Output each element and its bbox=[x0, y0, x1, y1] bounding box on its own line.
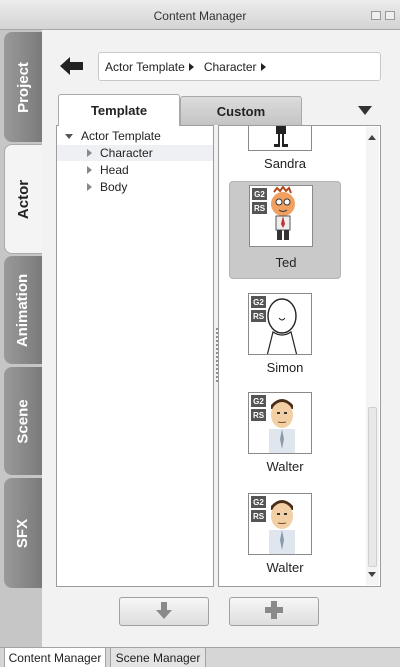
tab-actor-label: Actor bbox=[15, 179, 33, 219]
vertical-scrollbar[interactable] bbox=[366, 127, 379, 585]
grid-item-label: Simon bbox=[266, 360, 304, 375]
menu-dropdown-icon[interactable] bbox=[358, 106, 372, 115]
title-bar: Content Manager bbox=[0, 0, 400, 30]
g2-badge: G2 bbox=[251, 496, 266, 508]
grid-item-walter[interactable]: G2 RS Walter bbox=[229, 389, 341, 487]
character-thumbnail bbox=[248, 126, 312, 151]
tab-animation-label: Animation bbox=[14, 273, 32, 347]
chevron-right-icon[interactable] bbox=[87, 183, 92, 191]
template-tree: Actor Template Character Head Body bbox=[56, 125, 214, 587]
tab-custom-label: Custom bbox=[216, 103, 266, 119]
tab-content-manager-label: Content Manager bbox=[8, 650, 102, 665]
chevron-down-icon[interactable] bbox=[65, 133, 73, 139]
tree-node-label: Actor Template bbox=[81, 129, 161, 143]
tab-animation[interactable]: Animation bbox=[4, 256, 42, 364]
tab-scene-label: Scene bbox=[14, 398, 32, 444]
tab-template-label: Template bbox=[90, 103, 148, 118]
tree-node-body[interactable]: Body bbox=[57, 179, 213, 195]
grid-item-sandra[interactable]: Sandra bbox=[229, 126, 341, 184]
tab-template[interactable]: Template bbox=[58, 94, 180, 126]
character-thumbnail: G2 RS bbox=[248, 392, 312, 454]
arrow-down-icon bbox=[154, 600, 174, 623]
chevron-right-icon[interactable] bbox=[87, 149, 92, 157]
character-thumbnail: G2 RS bbox=[248, 293, 312, 355]
g2-badge: G2 bbox=[251, 395, 266, 407]
caret-right-icon bbox=[188, 62, 194, 71]
rs-badge: RS bbox=[251, 310, 266, 322]
breadcrumb-label: Actor Template bbox=[105, 59, 185, 74]
grid-item-walter[interactable]: G2 RS Walter bbox=[229, 490, 341, 586]
breadcrumb-item[interactable]: Actor Template bbox=[105, 60, 194, 74]
tree-node-head[interactable]: Head bbox=[57, 162, 213, 178]
tab-sfx-label: SFX bbox=[14, 518, 32, 548]
scrollbar-thumb[interactable] bbox=[368, 407, 377, 567]
tree-node-root[interactable]: Actor Template bbox=[57, 128, 213, 144]
tab-project-label: Project bbox=[14, 61, 32, 113]
g2-badge: G2 bbox=[252, 188, 267, 200]
float-window-icon[interactable] bbox=[371, 11, 381, 20]
tree-node-label: Head bbox=[100, 163, 129, 177]
tab-sfx[interactable]: SFX bbox=[4, 478, 42, 588]
plus-icon bbox=[264, 600, 284, 623]
tab-scene-manager[interactable]: Scene Manager bbox=[110, 648, 206, 667]
tab-scene[interactable]: Scene bbox=[4, 367, 42, 475]
grid-item-label: Sandra bbox=[264, 156, 306, 171]
rs-badge: RS bbox=[251, 409, 266, 421]
character-thumbnail: G2 RS bbox=[248, 493, 312, 555]
grid-item-label: Walter bbox=[266, 459, 304, 474]
tab-project[interactable]: Project bbox=[4, 32, 42, 142]
tree-node-label: Character bbox=[100, 146, 153, 160]
breadcrumb: Actor Template Character bbox=[98, 52, 381, 81]
tab-actor[interactable]: Actor bbox=[4, 144, 42, 254]
add-button[interactable] bbox=[229, 597, 319, 626]
sidebar: Project Actor Animation Scene SFX bbox=[0, 30, 42, 647]
tab-custom[interactable]: Custom bbox=[180, 96, 302, 125]
tree-node-label: Body bbox=[100, 180, 128, 194]
caret-right-icon bbox=[260, 62, 266, 71]
chevron-right-icon[interactable] bbox=[87, 166, 92, 174]
bottom-tab-bar: Content Manager Scene Manager bbox=[0, 647, 400, 667]
rs-badge: RS bbox=[251, 510, 266, 522]
load-button[interactable] bbox=[119, 597, 209, 626]
grid-item-ted[interactable]: G2 RS Ted bbox=[229, 181, 341, 279]
breadcrumb-item[interactable]: Character bbox=[204, 60, 266, 74]
tab-content-manager[interactable]: Content Manager bbox=[4, 648, 106, 667]
close-icon[interactable] bbox=[385, 11, 395, 20]
back-arrow-icon[interactable] bbox=[60, 56, 84, 76]
rs-badge: RS bbox=[252, 202, 267, 214]
scroll-down-icon[interactable] bbox=[368, 572, 376, 577]
window-title: Content Manager bbox=[153, 9, 247, 23]
g2-badge: G2 bbox=[251, 296, 266, 308]
main-panel: Actor Template Character Template Custom… bbox=[42, 30, 400, 647]
scroll-up-icon[interactable] bbox=[368, 135, 376, 140]
grid-item-label: Ted bbox=[275, 255, 297, 270]
grid-item-simon[interactable]: G2 RS Simon bbox=[229, 290, 341, 388]
content-grid: Sandra G2 RS Ted G2 RS Simon G2 RS Walte… bbox=[218, 125, 381, 587]
breadcrumb-label: Character bbox=[203, 59, 257, 74]
grid-item-label: Walter bbox=[266, 560, 304, 575]
character-thumbnail: G2 RS bbox=[249, 185, 313, 247]
tab-scene-manager-label: Scene Manager bbox=[115, 650, 201, 665]
tree-node-character[interactable]: Character bbox=[57, 145, 213, 161]
